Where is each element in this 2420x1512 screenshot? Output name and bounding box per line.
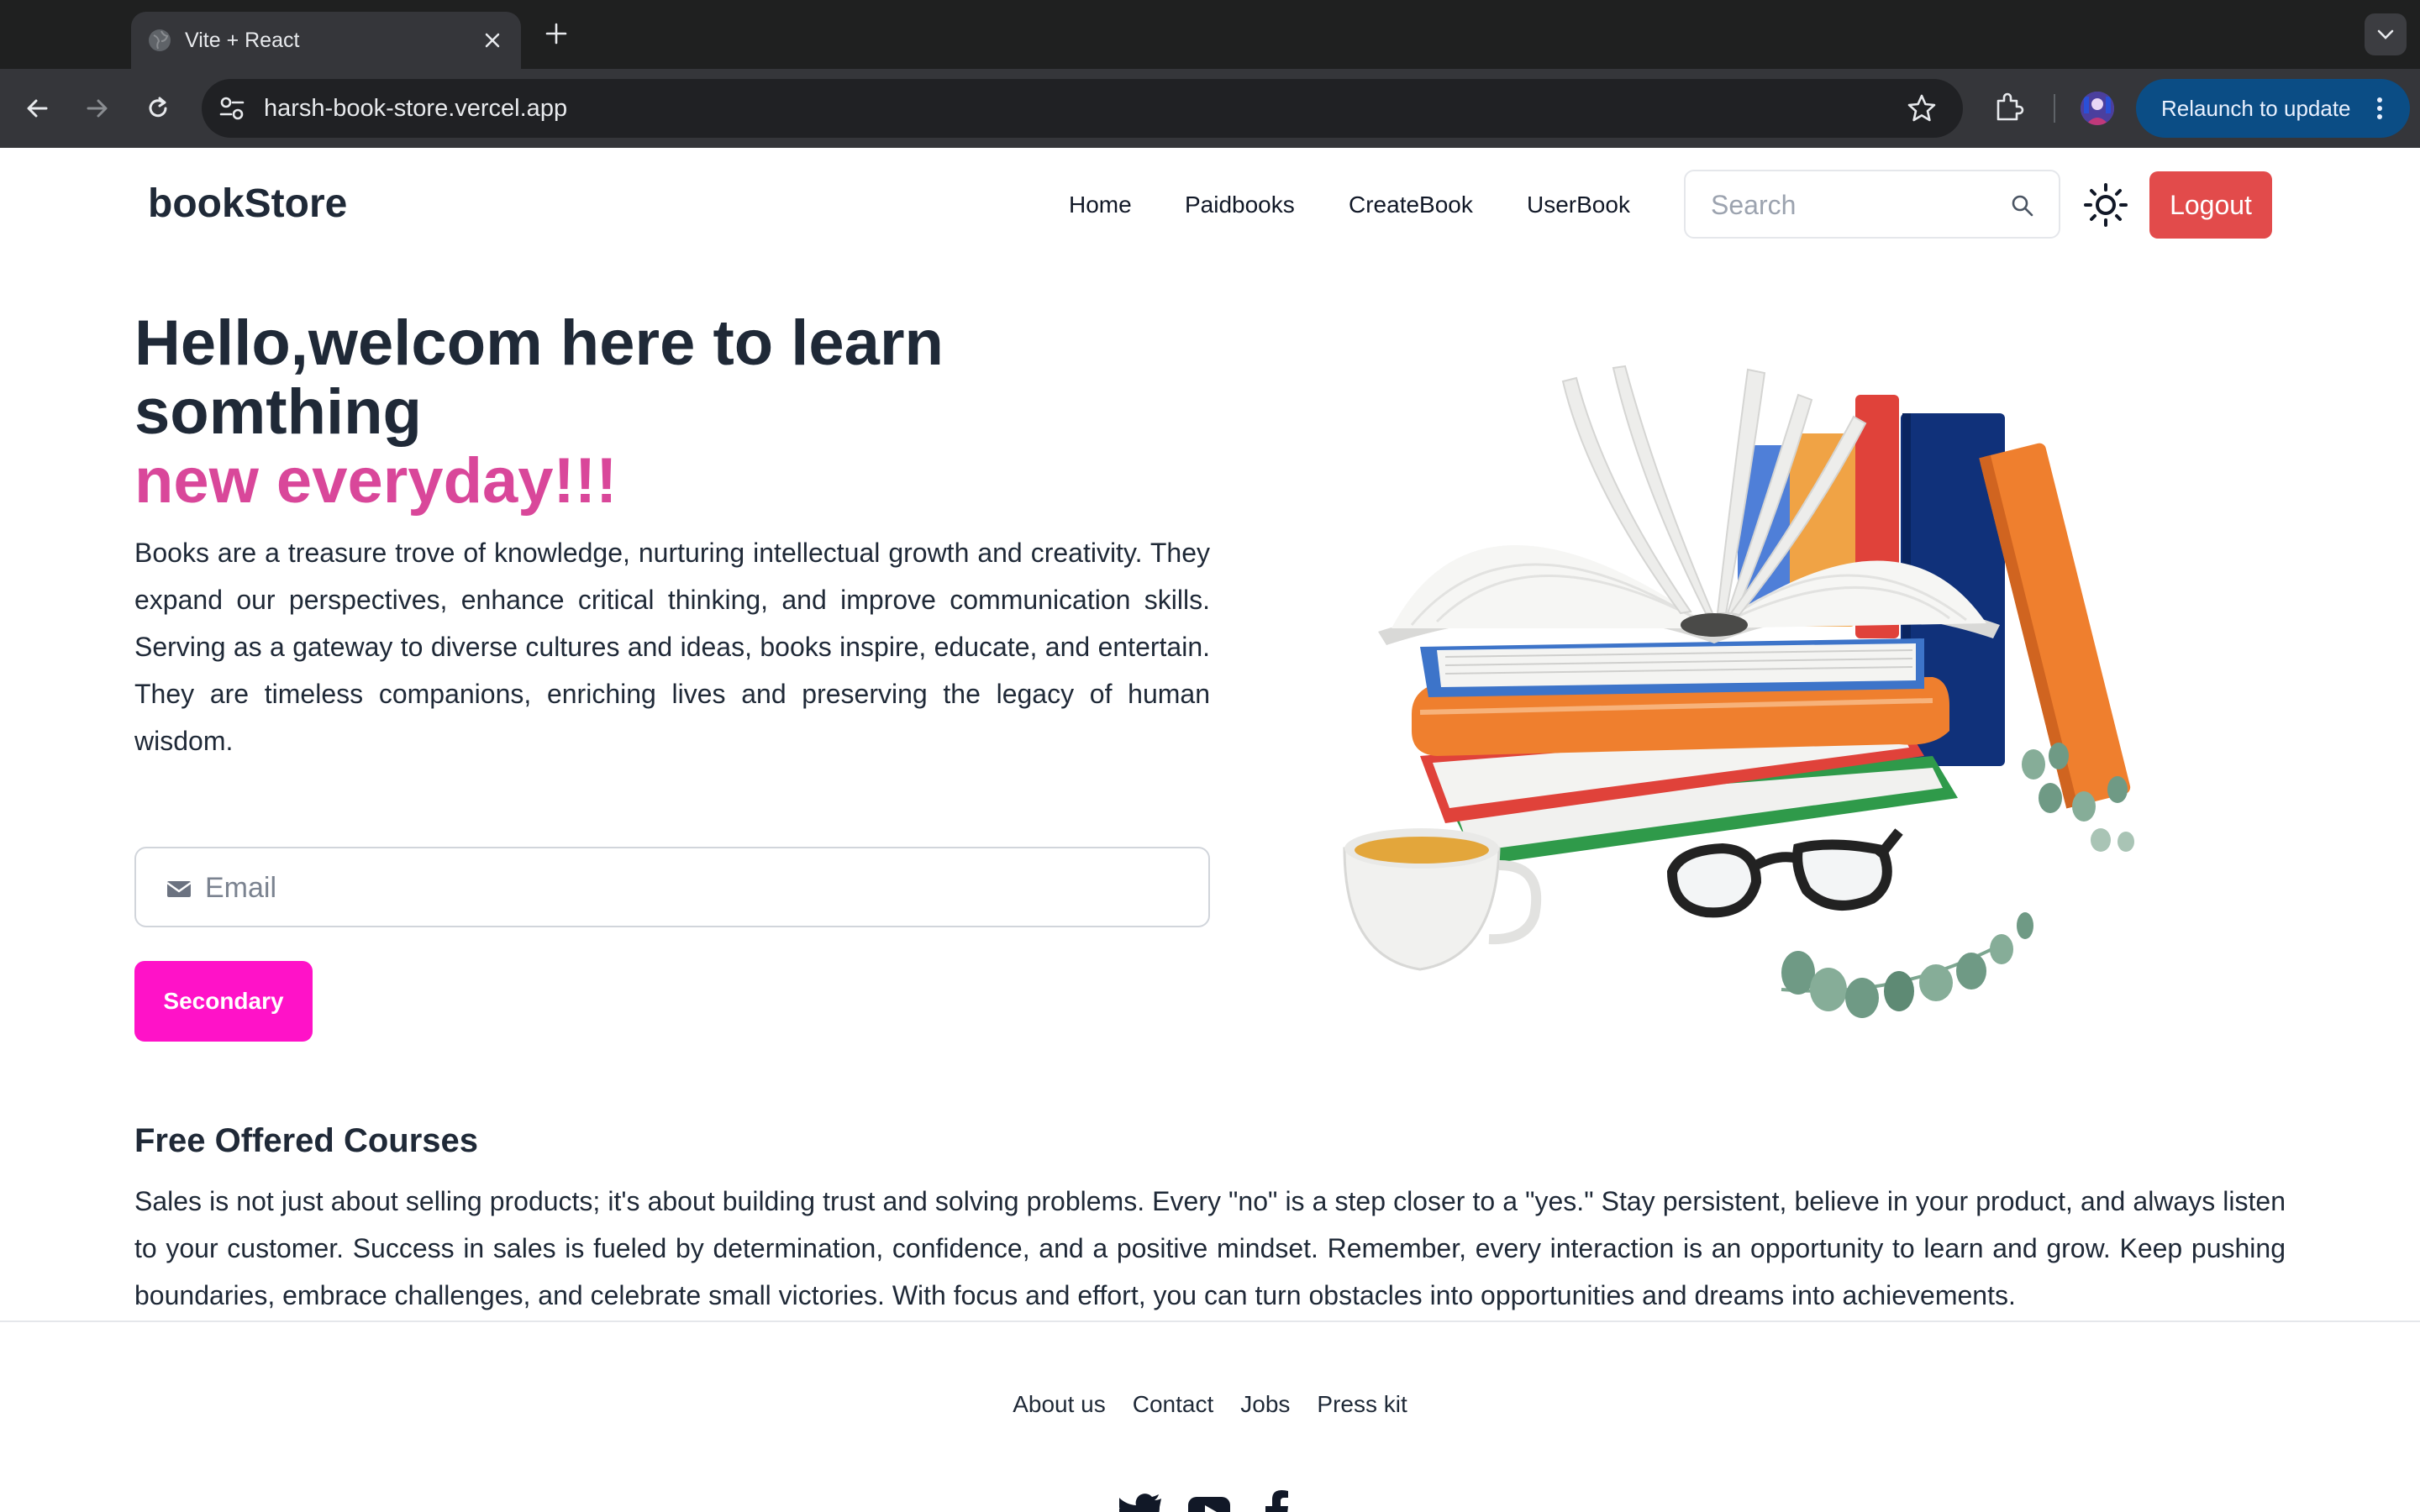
nav-link-userbook[interactable]: UserBook	[1527, 188, 1630, 222]
youtube-icon[interactable]	[1186, 1488, 1232, 1512]
relaunch-label: Relaunch to update	[2161, 96, 2351, 121]
search-icon[interactable]	[2010, 193, 2035, 218]
nav-link-createbook[interactable]: CreateBook	[1349, 188, 1473, 222]
twitter-icon[interactable]	[1119, 1488, 1165, 1512]
url-text[interactable]: harsh-book-store.vercel.app	[264, 92, 567, 125]
footer-divider	[0, 1320, 2420, 1322]
forward-arrow-icon[interactable]	[79, 90, 116, 127]
footer-link-press-kit[interactable]: Press kit	[1317, 1388, 1407, 1421]
stack-of-books-illustration	[1343, 365, 2134, 1018]
hero-title-accent: new everyday!!!	[134, 445, 618, 517]
email-field	[134, 847, 1210, 927]
courses-description: Sales is not just about selling products…	[134, 1186, 2286, 1310]
footer-link-contact[interactable]: Contact	[1133, 1388, 1214, 1421]
hero-title-main: Hello,welcom here to learn somthing	[134, 307, 944, 448]
relaunch-button[interactable]: Relaunch to update	[2136, 79, 2410, 138]
browser-tab-strip: Vite + React	[0, 0, 2420, 69]
brand-logo[interactable]: bookStore	[148, 175, 347, 234]
toolbar-divider	[2054, 94, 2055, 123]
tab-title: Vite + React	[185, 29, 300, 52]
email-input[interactable]	[205, 869, 1171, 907]
back-arrow-icon[interactable]	[18, 90, 55, 127]
courses-heading: Free Offered Courses	[134, 1122, 479, 1159]
address-bar[interactable]: harsh-book-store.vercel.app	[202, 79, 1963, 138]
nav-link-paidbooks[interactable]: Paidbooks	[1185, 188, 1295, 222]
extensions-icon[interactable]	[1990, 89, 2027, 126]
star-icon[interactable]	[1906, 92, 1938, 124]
logout-button[interactable]: Logout	[2149, 171, 2272, 239]
footer-link-about[interactable]: About us	[1013, 1388, 1106, 1421]
hero-title: Hello,welcom here to learn somthing new …	[134, 309, 1227, 516]
footer-link-jobs[interactable]: Jobs	[1240, 1388, 1290, 1421]
reload-icon[interactable]	[139, 90, 176, 127]
globe-icon	[149, 29, 171, 51]
more-vert-icon[interactable]	[2365, 93, 2395, 123]
secondary-button[interactable]: Secondary	[134, 961, 313, 1042]
browser-toolbar: harsh-book-store.vercel.app Relaunch to …	[0, 69, 2420, 148]
site-navbar: bookStore Home Paidbooks CreateBook User…	[0, 148, 2420, 262]
hero-description: Books are a treasure trove of knowledge,…	[134, 538, 1210, 756]
browser-tab[interactable]: Vite + React	[131, 12, 521, 69]
site-settings-icon[interactable]	[217, 93, 247, 123]
footer-nav: About us Contact Jobs Press kit	[0, 1388, 2420, 1421]
plus-icon[interactable]	[539, 17, 573, 50]
chevron-down-icon[interactable]	[2365, 13, 2407, 55]
search-box	[1684, 170, 2060, 239]
close-icon[interactable]	[477, 25, 508, 55]
nav-link-home[interactable]: Home	[1069, 188, 1132, 222]
mail-icon	[166, 881, 192, 897]
sun-icon[interactable]	[2082, 181, 2129, 228]
facebook-icon[interactable]	[1255, 1488, 1301, 1512]
search-input[interactable]	[1711, 186, 1988, 223]
profile-avatar[interactable]	[2081, 92, 2114, 125]
